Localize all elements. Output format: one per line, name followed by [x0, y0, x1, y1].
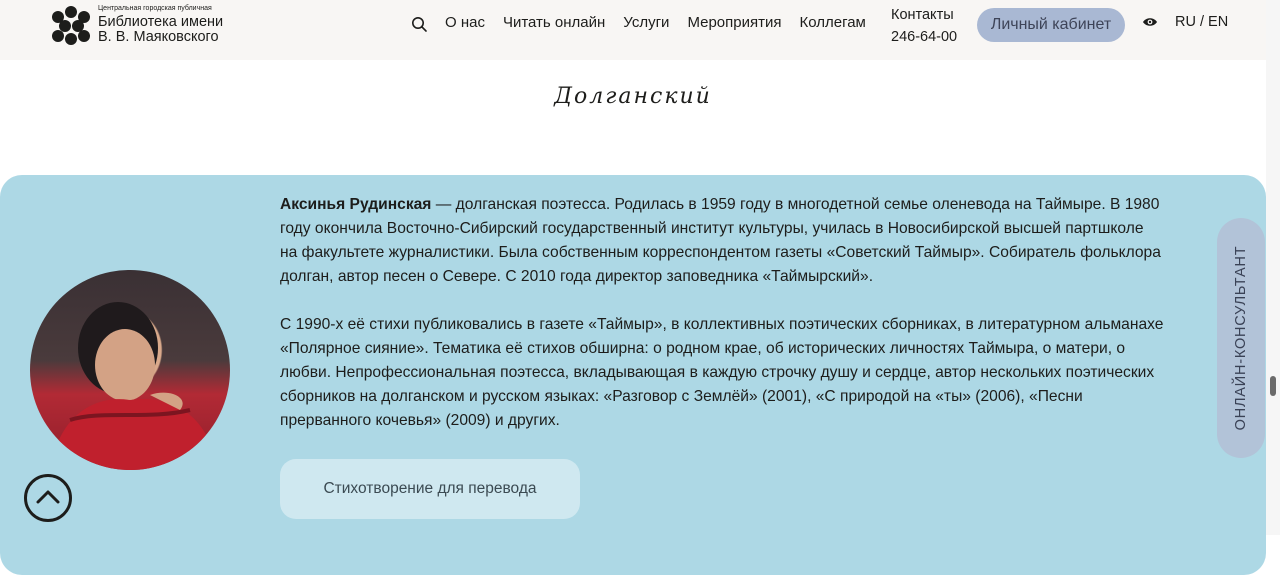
library-logo[interactable]: Центральная городская публичная Библиоте…	[52, 5, 223, 45]
bio-text: любви. Непрофессиональная поэтесса, вкла…	[280, 364, 1155, 381]
bio-text: на факультете журналистики. Была собстве…	[280, 244, 1161, 261]
contacts-link[interactable]: Контакты	[891, 4, 957, 26]
contacts-block: Контакты 246-64-00	[891, 4, 957, 48]
search-icon[interactable]	[410, 15, 430, 35]
nav-colleagues[interactable]: Коллегам	[799, 14, 865, 31]
nav-events[interactable]: Мероприятия	[687, 14, 781, 31]
logo-text: Центральная городская публичная Библиоте…	[98, 5, 223, 45]
chevron-up-icon	[36, 490, 60, 504]
logo-line-2: В. В. Маяковского	[98, 29, 219, 45]
site-header: Центральная городская публичная Библиоте…	[0, 0, 1266, 60]
lang-ru[interactable]: RU	[1175, 14, 1196, 30]
logo-subtitle: Центральная городская публичная	[98, 5, 212, 12]
bio-text: сборников на долганском и русском языках…	[280, 388, 1083, 405]
logo-line-1: Библиотека имени	[98, 14, 224, 30]
logo-dots-icon	[52, 6, 90, 45]
lang-en[interactable]: EN	[1208, 14, 1228, 30]
main-nav: О нас Читать онлайн Услуги Мероприятия К…	[445, 14, 884, 31]
eye-icon[interactable]	[1142, 15, 1158, 27]
scrollbar-thumb[interactable]	[1270, 376, 1276, 396]
bio-text: долган, автор песен о Севере. С 2010 год…	[280, 268, 874, 285]
bio-text: году окончила Восточно-Сибирский государ…	[280, 220, 1144, 237]
personal-account-button[interactable]: Личный кабинет	[977, 8, 1125, 42]
bio-paragraph-1: Аксинья Рудинская — долганская поэтесса.…	[280, 193, 1230, 289]
page-scrollbar[interactable]	[1266, 0, 1280, 535]
online-consultant-button[interactable]: ОНЛАЙН-КОНСУЛЬТАНТ	[1217, 218, 1265, 458]
poem-for-translation-button[interactable]: Стихотворение для перевода	[280, 459, 580, 519]
bio-text: прерванного кочевья» (2009) и других.	[280, 412, 560, 429]
author-photo	[30, 270, 230, 470]
bio-text: С 1990-х её стихи публиковались в газете…	[280, 316, 1164, 333]
author-bio: Аксинья Рудинская — долганская поэтесса.…	[280, 193, 1280, 457]
nav-about[interactable]: О нас	[445, 14, 485, 31]
scroll-to-top-button[interactable]	[24, 474, 72, 522]
nav-services[interactable]: Услуги	[623, 14, 669, 31]
section-title: Долганский	[554, 84, 712, 109]
nav-read-online[interactable]: Читать онлайн	[503, 14, 605, 31]
consultant-label: ОНЛАЙН-КОНСУЛЬТАНТ	[1233, 245, 1249, 431]
bio-paragraph-2: С 1990-х её стихи публиковались в газете…	[280, 313, 1230, 433]
author-name: Аксинья Рудинская	[280, 196, 432, 213]
language-switch: RU / EN	[1175, 14, 1228, 30]
bio-text: «Полярное сияние». Тематика её стихов об…	[280, 340, 1126, 357]
lang-separator: /	[1195, 14, 1209, 30]
bio-text: — долганская поэтесса. Родилась в 1959 г…	[431, 196, 1160, 213]
contacts-phone[interactable]: 246-64-00	[891, 26, 957, 48]
